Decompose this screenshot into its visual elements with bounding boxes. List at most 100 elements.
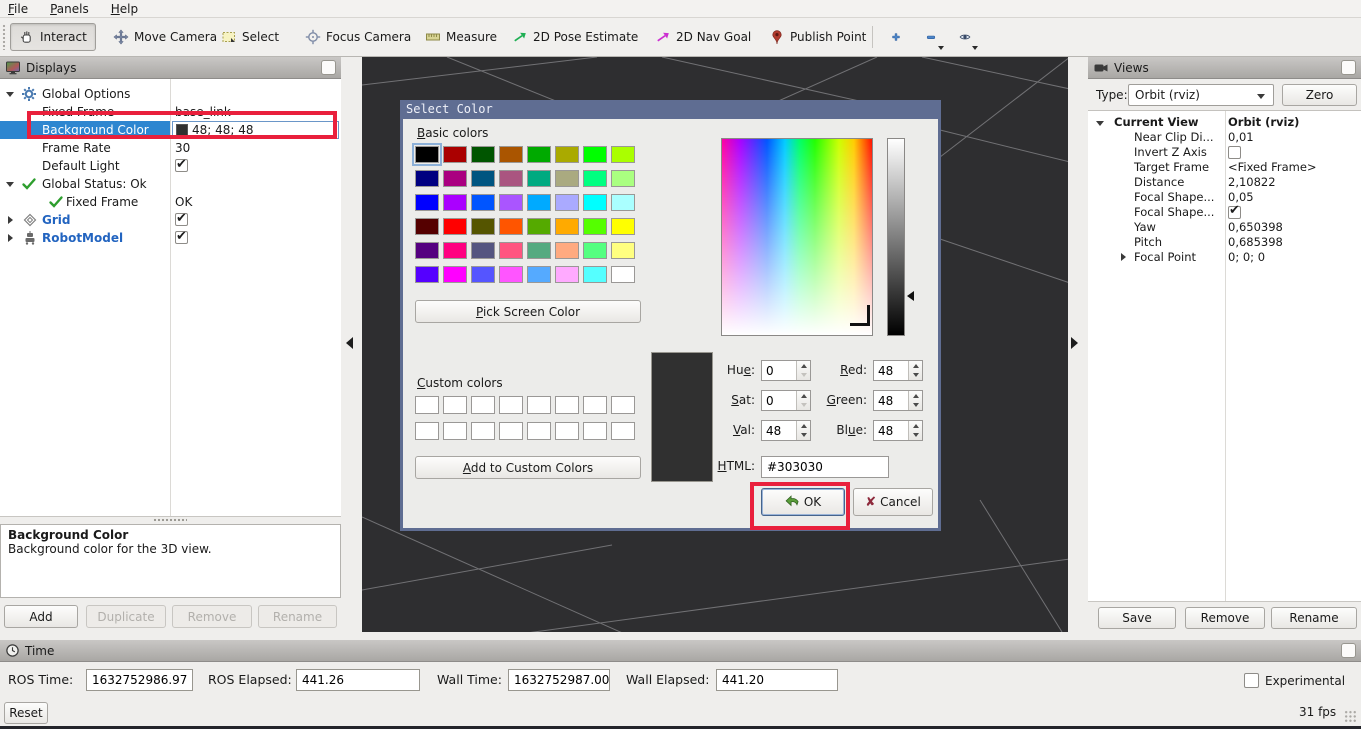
value-slider-arrow[interactable] [907, 291, 914, 301]
tree-row[interactable]: Frame Rate 30 [0, 139, 341, 157]
color-swatch[interactable] [443, 218, 467, 235]
wall-time-value[interactable] [509, 670, 609, 690]
wall-elapsed-field[interactable] [716, 669, 838, 691]
tree-row[interactable]: Global Options [0, 85, 341, 103]
value-slider[interactable] [887, 138, 905, 336]
tree-row[interactable]: Global Status: Ok [0, 175, 341, 193]
splitter-handle[interactable] [153, 518, 187, 523]
color-swatch[interactable] [499, 242, 523, 259]
spin-up-arrow[interactable] [801, 424, 807, 428]
measure-tool-button[interactable]: Measure [416, 23, 506, 51]
menu-panels[interactable]: Panels [50, 2, 89, 16]
duplicate-display-button[interactable]: Duplicate [86, 605, 166, 628]
color-swatch[interactable] [443, 194, 467, 211]
color-swatch[interactable] [611, 266, 635, 283]
ok-button[interactable]: OK [761, 488, 845, 516]
expander-down-icon[interactable] [6, 182, 14, 187]
add-display-button[interactable]: Add [4, 605, 78, 628]
color-swatch[interactable] [471, 422, 495, 440]
val-spinbox[interactable] [761, 420, 811, 441]
color-swatch[interactable] [415, 422, 439, 440]
tree-row-robotmodel[interactable]: RobotModel [0, 229, 341, 247]
interact-tool-button[interactable]: Interact [10, 23, 96, 51]
displays-float-button[interactable] [321, 60, 336, 75]
spin-down-arrow[interactable] [913, 403, 919, 407]
color-swatch[interactable] [527, 194, 551, 211]
ros-elapsed-value[interactable] [297, 670, 419, 690]
color-swatch[interactable] [555, 396, 579, 414]
save-view-button[interactable]: Save [1098, 607, 1176, 629]
views-panel-titlebar[interactable]: Views [1088, 57, 1361, 79]
color-swatch[interactable] [443, 146, 467, 163]
spin-up-arrow[interactable] [913, 424, 919, 428]
ros-time-value[interactable] [87, 670, 192, 690]
color-swatch[interactable] [555, 266, 579, 283]
color-swatch[interactable] [583, 194, 607, 211]
tree-row[interactable]: Default Light [0, 157, 341, 175]
dialog-titlebar[interactable]: Select Color [400, 100, 941, 119]
tree-row[interactable]: Yaw 0,650398 [1088, 220, 1361, 235]
tree-row[interactable]: Focal Shape... 0,05 [1088, 190, 1361, 205]
add-to-custom-colors-button[interactable]: Add to Custom Colors [415, 456, 641, 479]
pick-screen-color-button[interactable]: Pick Screen Color [415, 300, 641, 323]
color-swatch[interactable] [527, 396, 551, 414]
spin-up-arrow[interactable] [801, 394, 807, 398]
views-float-button[interactable] [1341, 60, 1356, 75]
experimental-checkbox[interactable] [1244, 673, 1259, 688]
tree-row[interactable]: Fixed Frame OK [0, 193, 341, 211]
view-type-combobox[interactable]: Orbit (rviz) [1128, 84, 1274, 106]
spin-up-arrow[interactable] [913, 394, 919, 398]
time-float-button[interactable] [1341, 643, 1356, 658]
color-swatch[interactable] [499, 146, 523, 163]
property-value[interactable]: 0; 0; 0 [1228, 250, 1265, 265]
color-value-editor[interactable]: 48; 48; 48 [172, 121, 339, 139]
color-swatch[interactable] [583, 170, 607, 187]
color-swatch[interactable] [611, 170, 635, 187]
property-value[interactable]: base_link [175, 103, 231, 121]
grid-enabled-checkbox[interactable] [175, 213, 188, 226]
property-value[interactable]: 0,685398 [1228, 235, 1283, 250]
hue-spinbox[interactable] [761, 360, 811, 381]
color-swatch[interactable] [611, 194, 635, 211]
color-swatch[interactable] [611, 242, 635, 259]
color-swatch[interactable] [415, 266, 439, 283]
spin-down-arrow[interactable] [913, 373, 919, 377]
spin-up-arrow[interactable] [801, 364, 807, 368]
color-swatch[interactable] [583, 242, 607, 259]
color-swatch[interactable] [611, 396, 635, 414]
color-swatch[interactable] [555, 194, 579, 211]
nav-goal-tool-button[interactable]: 2D Nav Goal [646, 23, 760, 51]
color-swatch[interactable] [415, 242, 439, 259]
property-value[interactable]: 2,10822 [1228, 175, 1276, 190]
color-swatch[interactable] [499, 170, 523, 187]
color-swatch[interactable] [555, 422, 579, 440]
tree-row[interactable]: Fixed Frame base_link [0, 103, 341, 121]
html-color-field[interactable] [761, 456, 889, 478]
color-swatch[interactable] [527, 266, 551, 283]
color-swatch[interactable] [471, 396, 495, 414]
expander-right-icon[interactable] [8, 234, 13, 242]
color-swatch[interactable] [415, 194, 439, 211]
property-value[interactable]: <Fixed Frame> [1228, 160, 1317, 175]
green-value[interactable] [874, 391, 908, 410]
zero-button[interactable]: Zero [1282, 84, 1357, 106]
color-swatch[interactable] [527, 422, 551, 440]
remove-display-button[interactable]: Remove [172, 605, 252, 628]
property-value[interactable]: 0,01 [1228, 130, 1254, 145]
collapse-left-panel-arrow[interactable] [346, 337, 353, 349]
zoom-out-dropdown-arrow[interactable] [938, 46, 944, 50]
color-swatch[interactable] [611, 422, 635, 440]
menu-file[interactable]: File [8, 2, 28, 16]
color-swatch[interactable] [527, 218, 551, 235]
wall-elapsed-value[interactable] [717, 670, 837, 690]
sat-spinbox[interactable] [761, 390, 811, 411]
tree-row[interactable]: Pitch 0,685398 [1088, 235, 1361, 250]
time-panel-titlebar[interactable]: Time [0, 640, 1361, 662]
color-swatch[interactable] [471, 194, 495, 211]
collapse-right-panel-arrow[interactable] [1071, 337, 1078, 349]
color-swatch[interactable] [555, 218, 579, 235]
toolbar-drag-handle[interactable] [2, 24, 7, 50]
expander-right-icon[interactable] [8, 216, 13, 224]
resize-grip[interactable] [1344, 710, 1357, 723]
sat-value[interactable] [762, 391, 796, 410]
